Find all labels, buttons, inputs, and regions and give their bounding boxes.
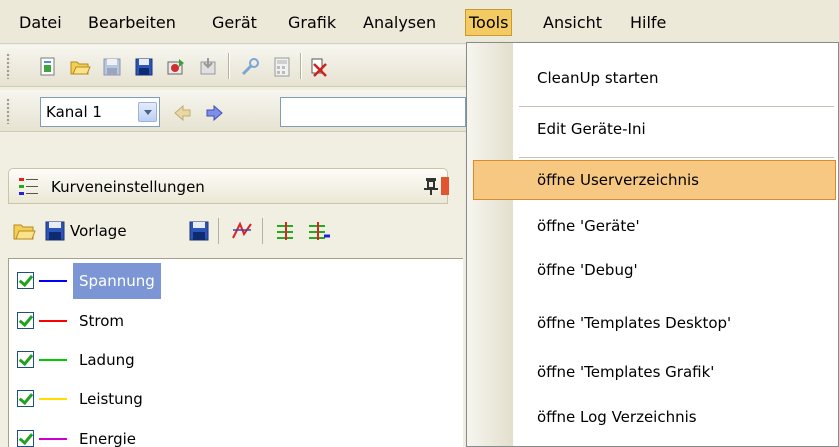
menu-bar: Datei Bearbeiten Gerät Grafik Analysen T…	[0, 0, 839, 44]
open-folder-icon[interactable]	[68, 55, 91, 77]
save-as-icon[interactable]	[132, 55, 154, 77]
tools-menu-dropdown: CleanUp starten Edit Geräte-Ini öffne Us…	[466, 42, 839, 447]
template-label[interactable]: Vorlage	[70, 222, 127, 240]
menu-tools[interactable]: Tools	[465, 9, 513, 36]
curve-label: Ladung	[79, 351, 135, 369]
save-icon[interactable]	[100, 55, 122, 77]
toolbar-separator	[228, 53, 229, 79]
curve-checkbox[interactable]	[17, 351, 34, 368]
curve-list-icon	[17, 176, 41, 202]
curve-checkbox[interactable]	[17, 430, 34, 447]
menu-grafik[interactable]: Grafik	[285, 9, 339, 36]
new-file-icon[interactable]	[36, 55, 58, 77]
menu-analysen[interactable]: Analysen	[360, 9, 439, 36]
menu-item-oeffne-templates-desktop[interactable]: öffne 'Templates Desktop'	[473, 303, 836, 343]
curve-style-icon[interactable]	[230, 220, 254, 246]
menu-item-oeffne-templates-grafik[interactable]: öffne 'Templates Grafik'	[473, 352, 836, 392]
curve-row-leistung[interactable]: Leistung	[9, 381, 464, 417]
curve-row-spannung[interactable]: Spannung	[9, 263, 464, 299]
curve-checkbox[interactable]	[17, 390, 34, 407]
menu-item-oeffne-debug[interactable]: öffne 'Debug'	[473, 250, 836, 290]
close-icon[interactable]	[441, 177, 449, 195]
curve-row-energie[interactable]: Energie	[9, 421, 464, 447]
toolbar-separator	[218, 218, 219, 244]
panel-title: Kurveneinstellungen	[51, 178, 205, 196]
curve-checkbox[interactable]	[17, 312, 34, 329]
menu-item-oeffne-userverzeichnis[interactable]: öffne Userverzeichnis	[473, 160, 836, 200]
curve-panel-toolbar: Vorlage	[8, 210, 448, 252]
line-color-swatch	[39, 280, 67, 282]
curve-list: Spannung Strom Ladung Leistung Energie	[8, 258, 463, 447]
toolbar-separator	[262, 218, 263, 244]
menu-datei[interactable]: Datei	[16, 9, 65, 36]
curve-checkbox[interactable]	[17, 272, 34, 289]
curve-remove-icon[interactable]	[306, 220, 332, 246]
export-icon[interactable]	[164, 55, 186, 77]
curve-label: Energie	[79, 430, 137, 447]
toolbar-separator	[300, 53, 301, 79]
curve-label: Strom	[79, 312, 125, 330]
menu-item-oeffne-geraete[interactable]: öffne 'Geräte'	[473, 206, 836, 246]
line-color-swatch	[39, 320, 67, 322]
curve-add-icon[interactable]	[274, 220, 298, 246]
open-folder-icon[interactable]	[12, 220, 36, 246]
delete-icon[interactable]	[308, 55, 330, 77]
pin-icon[interactable]	[423, 177, 439, 199]
toolbar-grip[interactable]	[6, 53, 11, 79]
tool-icon[interactable]	[238, 55, 260, 77]
curve-row-strom[interactable]: Strom	[9, 303, 464, 339]
import-icon[interactable]	[196, 55, 218, 77]
curve-settings-panel-header: Kurveneinstellungen	[8, 168, 449, 204]
menu-bearbeiten[interactable]: Bearbeiten	[85, 9, 179, 36]
line-color-swatch	[39, 438, 67, 440]
line-color-swatch	[39, 398, 67, 400]
line-color-swatch	[39, 359, 67, 361]
menu-item-cleanup[interactable]: CleanUp starten	[473, 58, 836, 98]
menu-separator	[519, 106, 834, 107]
channel-input[interactable]	[280, 97, 466, 127]
menu-item-oeffne-log-verzeichnis[interactable]: öffne Log Verzeichnis	[473, 397, 836, 437]
menu-ansicht[interactable]: Ansicht	[540, 9, 605, 36]
save-as-template-icon[interactable]	[188, 220, 210, 246]
left-arrow-icon[interactable]	[170, 101, 192, 123]
right-arrow-icon[interactable]	[203, 101, 225, 123]
menu-item-edit-geraete-ini[interactable]: Edit Geräte-Ini	[473, 109, 836, 149]
main-toolbar	[0, 45, 466, 87]
curve-row-ladung[interactable]: Ladung	[9, 342, 464, 378]
chevron-down-icon[interactable]	[138, 102, 157, 122]
channel-select-value: Kanal 1	[46, 103, 102, 121]
menu-separator	[519, 157, 834, 158]
calculator-icon[interactable]	[270, 55, 292, 77]
curve-label: Leistung	[79, 390, 143, 408]
curve-label: Spannung	[73, 263, 161, 299]
toolbar-grip[interactable]	[6, 98, 11, 124]
menu-geraet[interactable]: Gerät	[209, 9, 260, 36]
save-template-icon[interactable]	[44, 220, 66, 246]
channel-select[interactable]: Kanal 1	[40, 97, 160, 127]
menu-hilfe[interactable]: Hilfe	[627, 9, 669, 36]
